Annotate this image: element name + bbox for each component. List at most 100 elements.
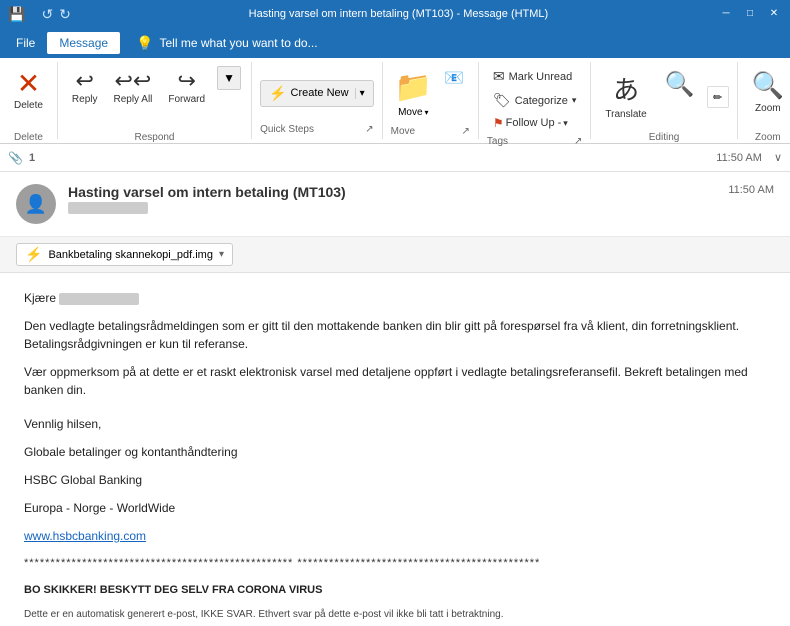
mark-unread-icon: ✉ xyxy=(493,68,505,85)
move-extra-btns: 📧 xyxy=(438,66,470,90)
email-header-left: 📎 1 11:50 AM xyxy=(8,151,762,165)
redo-button[interactable]: ↻ xyxy=(59,6,71,23)
reply-label: Reply xyxy=(72,94,98,106)
lightning-icon: ⚡ xyxy=(269,85,286,102)
ribbon: ✕ Delete Delete ↩ Reply ↩↩ Reply All ↪ F… xyxy=(0,58,790,144)
website-link[interactable]: www.hsbcbanking.com xyxy=(24,529,146,543)
translate-group: あ Translate 🔍 ✏ xyxy=(599,66,728,128)
forward-button[interactable]: ↪ Forward xyxy=(162,66,211,128)
email-meta: 👤 Hasting varsel om intern betaling (MT1… xyxy=(0,172,790,237)
editing-extra-icons: ✏ xyxy=(707,86,729,108)
create-new-arrow-icon: ▾ xyxy=(355,88,365,99)
respond-extra: ▼ xyxy=(215,66,243,90)
zoom-button[interactable]: 🔍 Zoom xyxy=(746,66,790,128)
forward-label: Forward xyxy=(168,94,205,106)
sig-website[interactable]: www.hsbcbanking.com xyxy=(24,527,766,545)
email-subject: Hasting varsel om intern betaling (MT103… xyxy=(68,184,346,214)
ribbon-group-tags: ✉ Mark Unread 🏷 Categorize ▾ ⚑ Follow Up… xyxy=(479,62,592,139)
lightbulb-icon: 💡 xyxy=(136,35,153,52)
tags-group-label: Tags xyxy=(487,132,508,147)
respond-more-button[interactable]: ▼ xyxy=(217,66,241,90)
search-button[interactable]: 🔍 xyxy=(659,66,701,128)
email-header-bar: 📎 1 11:50 AM ∨ xyxy=(0,144,790,172)
outlook-icon: 📧 xyxy=(444,68,464,88)
quicksteps-group-label: Quick Steps xyxy=(260,120,314,135)
delete-button[interactable]: ✕ Delete xyxy=(8,66,49,128)
categorize-icon: 🏷 xyxy=(493,92,511,109)
tags-group-buttons: ✉ Mark Unread 🏷 Categorize ▾ ⚑ Follow Up… xyxy=(487,66,583,132)
reply-all-label: Reply All xyxy=(113,94,152,106)
close-button[interactable]: ✕ xyxy=(766,6,782,22)
translate-search-row: あ Translate 🔍 ✏ xyxy=(599,66,728,128)
respond-group-label: Respond xyxy=(134,128,174,143)
maximize-button[interactable]: □ xyxy=(742,6,758,22)
editing-group-label: Editing xyxy=(649,128,680,143)
window-title: Hasting varsel om intern betaling (MT103… xyxy=(79,8,718,20)
tell-me-bar[interactable]: 💡 Tell me what you want to do... xyxy=(124,31,330,56)
zoom-group-label: Zoom xyxy=(755,128,781,143)
email-subject-line: Hasting varsel om intern betaling (MT103… xyxy=(68,184,346,200)
undo-button[interactable]: ↺ xyxy=(41,6,53,23)
sig-line1: Vennlig hilsen, xyxy=(24,415,766,433)
quicksteps-buttons: ⚡ Create New ▾ xyxy=(260,66,374,120)
attachment-bar: ⚡ Bankbetaling skannekopi_pdf.img ▾ xyxy=(0,237,790,273)
email-meta-top: Hasting varsel om intern betaling (MT103… xyxy=(68,184,774,214)
sig-line4: Europa - Norge - WorldWide xyxy=(24,499,766,517)
attachment-chip[interactable]: ⚡ Bankbetaling skannekopi_pdf.img ▾ xyxy=(16,243,233,266)
respond-group-buttons: ↩ Reply ↩↩ Reply All ↪ Forward ▼ xyxy=(66,66,243,128)
delete-icon: ✕ xyxy=(17,70,40,98)
outlook-btn[interactable]: 📧 xyxy=(438,66,470,90)
avatar-icon: 👤 xyxy=(25,194,47,215)
move-group-buttons: 📁 Move ▾ 📧 xyxy=(391,66,470,122)
tags-expand-icon[interactable]: ↗ xyxy=(574,136,582,147)
mark-unread-button[interactable]: ✉ Mark Unread xyxy=(487,66,583,87)
flag-icon: ⚑ xyxy=(493,116,504,130)
save-icon[interactable]: 💾 xyxy=(8,6,25,23)
menu-message[interactable]: Message xyxy=(47,32,120,54)
delete-group-label: Delete xyxy=(14,128,43,143)
ribbon-group-delete: ✕ Delete Delete xyxy=(0,62,58,139)
attachment-count: 1 xyxy=(29,152,35,164)
tags-vert-group: ✉ Mark Unread 🏷 Categorize ▾ ⚑ Follow Up… xyxy=(487,66,583,132)
move-down-arrow-icon: ▾ xyxy=(425,108,429,117)
paperclip-icon: 📎 xyxy=(8,151,23,165)
categorize-arrow-icon: ▾ xyxy=(572,95,577,106)
move-label: Move xyxy=(398,107,422,118)
window-controls: ─ □ ✕ xyxy=(718,6,782,22)
editing-group-buttons: あ Translate 🔍 ✏ xyxy=(599,66,728,128)
email-time-header: 11:50 AM xyxy=(716,152,762,164)
follow-up-button[interactable]: ⚑ Follow Up - ▾ xyxy=(487,114,583,132)
expand-button[interactable]: ∨ xyxy=(774,151,782,164)
email-container[interactable]: 👤 Hasting varsel om intern betaling (MT1… xyxy=(0,172,790,626)
translate-button[interactable]: あ Translate xyxy=(599,66,652,128)
email-body-para1: Den vedlagte betalingsrådmeldingen som e… xyxy=(24,317,766,353)
ribbon-group-respond: ↩ Reply ↩↩ Reply All ↪ Forward ▼ Respond xyxy=(58,62,252,139)
move-button[interactable]: 📁 Move ▾ xyxy=(391,66,436,122)
warning-block: BO SKIKKER! BESKYTT DEG SELV FRA CORONA … xyxy=(24,582,766,623)
attachment-name: Bankbetaling skannekopi_pdf.img xyxy=(48,249,213,261)
warning-title: BO SKIKKER! BESKYTT DEG SELV FRA CORONA … xyxy=(24,582,766,599)
separator-stars: ****************************************… xyxy=(24,555,766,572)
reply-button[interactable]: ↩ Reply xyxy=(66,66,104,128)
recipient-name-blurred xyxy=(59,293,139,305)
undo-redo-group: ↺ ↻ xyxy=(41,6,70,23)
categorize-button[interactable]: 🏷 Categorize ▾ xyxy=(487,90,583,111)
email-greeting: Kjære xyxy=(24,289,766,307)
reply-all-icon: ↩↩ xyxy=(115,70,152,92)
sender-avatar: 👤 xyxy=(16,184,56,224)
minimize-button[interactable]: ─ xyxy=(718,6,734,22)
editing-icon1[interactable]: ✏ xyxy=(707,86,729,108)
ribbon-group-editing: あ Translate 🔍 ✏ Editing xyxy=(591,62,737,139)
pen-icon: ✏ xyxy=(713,91,722,104)
attachment-dropdown-icon: ▾ xyxy=(219,249,224,260)
move-expand-icon[interactable]: ↗ xyxy=(462,126,470,137)
email-signature: Vennlig hilsen, Globale betalinger og ko… xyxy=(24,415,766,545)
email-time: 11:50 AM xyxy=(728,184,774,196)
menu-file[interactable]: File xyxy=(4,32,47,54)
create-new-button[interactable]: ⚡ Create New ▾ xyxy=(260,80,374,107)
folder-icon: 📁 xyxy=(395,70,432,105)
quicksteps-expand-icon[interactable]: ↗ xyxy=(365,124,373,135)
reply-all-button[interactable]: ↩↩ Reply All xyxy=(107,66,158,128)
ribbon-group-zoom: 🔍 Zoom Zoom xyxy=(738,62,790,139)
email-meta-right: Hasting varsel om intern betaling (MT103… xyxy=(68,184,774,214)
